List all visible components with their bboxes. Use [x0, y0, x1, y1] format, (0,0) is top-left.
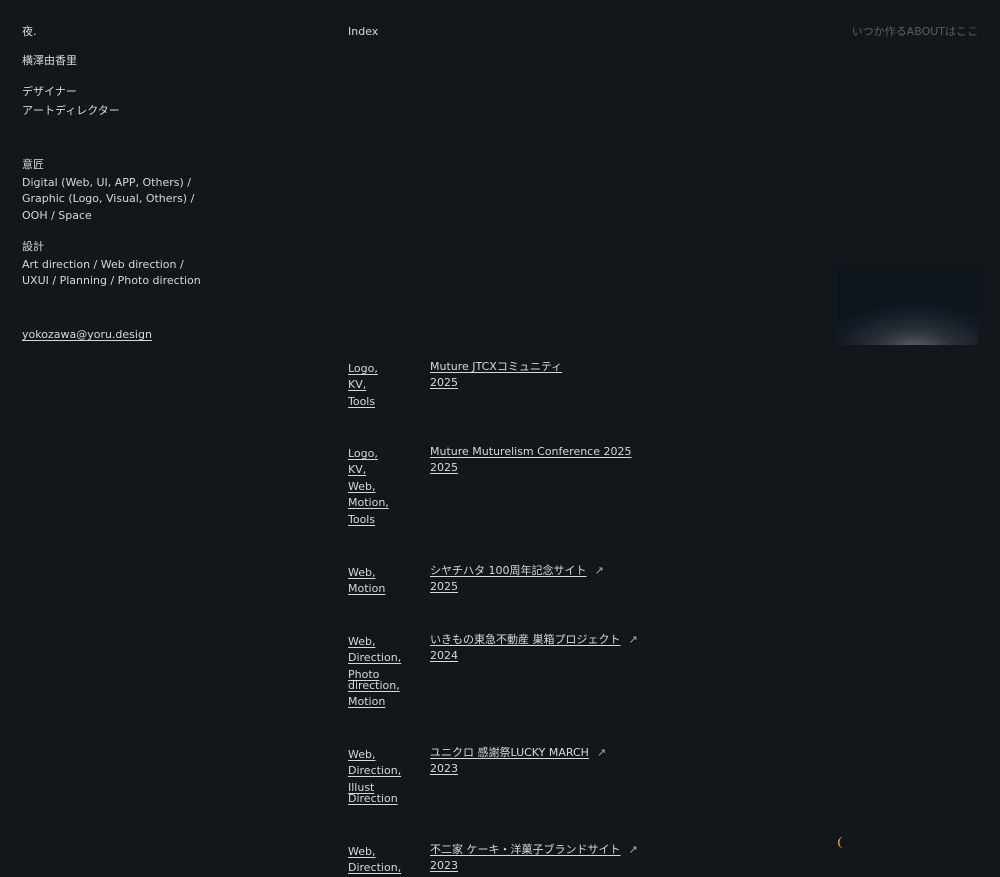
- tag-link[interactable]: Photo direction,: [348, 668, 400, 693]
- project-year[interactable]: 2025: [430, 460, 670, 476]
- project-info: Muture JTCXコミュニティ 2025: [430, 359, 670, 391]
- external-link-icon[interactable]: ↗: [629, 632, 638, 648]
- project-tags: Web, Motion: [348, 565, 418, 598]
- tag-link[interactable]: KV,: [348, 463, 366, 476]
- project-tags: Web, Direction, Photo direction, Motion: [348, 634, 418, 710]
- project-year[interactable]: 2023: [430, 858, 670, 874]
- tag-link[interactable]: Motion: [348, 695, 385, 708]
- tag-link[interactable]: Logo,: [348, 447, 378, 460]
- site-logo[interactable]: 夜.: [22, 24, 37, 40]
- role-art-director: アートディレクター: [22, 104, 120, 117]
- tag-link[interactable]: Web,: [348, 748, 375, 761]
- role-designer: デザイナー: [22, 85, 77, 98]
- skills-planning-section: 設計 Art direction / Web direction / UXUI …: [22, 239, 222, 290]
- project-info: 不二家 ケーキ・洋菓子ブランドサイト ↗ 2023: [430, 842, 670, 874]
- tag-link[interactable]: Motion: [348, 582, 385, 595]
- roles-list: デザイナー アートディレクター: [22, 82, 120, 120]
- project-year[interactable]: 2025: [430, 579, 670, 595]
- crescent-moon-icon[interactable]: [838, 836, 848, 854]
- project-year[interactable]: 2024: [430, 648, 670, 664]
- tag-link[interactable]: Web,: [348, 635, 375, 648]
- project-title-link[interactable]: Muture JTCXコミュニティ: [430, 360, 562, 373]
- email-link[interactable]: yokozawa@yoru.design: [22, 327, 152, 343]
- skills-design-line: Graphic (Logo, Visual, Others) /: [22, 192, 195, 206]
- project-tags: Web, Direction,: [348, 844, 418, 877]
- external-link-icon[interactable]: ↗: [597, 745, 606, 761]
- project-info: いきもの東急不動産 巣箱プロジェクト ↗ 2024: [430, 632, 670, 664]
- tag-link[interactable]: KV,: [348, 378, 366, 391]
- tag-link[interactable]: Tools: [348, 395, 375, 408]
- skills-design-section: 意匠 Digital (Web, UI, APP, Others) / Grap…: [22, 157, 222, 224]
- tag-link[interactable]: Tools: [348, 513, 375, 526]
- project-tags: Logo, KV, Tools: [348, 361, 418, 410]
- project-title-link[interactable]: 不二家 ケーキ・洋菓子ブランドサイト: [430, 843, 621, 856]
- project-tags: Web, Direction, Illust Direction: [348, 747, 418, 807]
- skills-planning-line: UXUI / Planning / Photo direction: [22, 274, 201, 288]
- tag-link[interactable]: Web,: [348, 566, 375, 579]
- tag-link[interactable]: Direction,: [348, 651, 401, 664]
- index-heading: Index: [348, 25, 379, 38]
- project-info: シヤチハタ 100周年記念サイト ↗ 2025: [430, 563, 670, 595]
- tag-link[interactable]: Motion,: [348, 496, 389, 509]
- tag-link[interactable]: Web,: [348, 480, 375, 493]
- project-title-link[interactable]: Muture Muturelism Conference 2025: [430, 445, 632, 458]
- tag-link[interactable]: Direction,: [348, 764, 401, 777]
- project-title-link[interactable]: シヤチハタ 100周年記念サイト: [430, 564, 587, 577]
- project-info: Muture Muturelism Conference 2025 2025: [430, 444, 670, 476]
- tag-link[interactable]: Illust Direction: [348, 781, 398, 806]
- external-link-icon[interactable]: ↗: [629, 842, 638, 858]
- project-thumbnail-preview: [837, 265, 978, 345]
- project-tags: Logo, KV, Web, Motion, Tools: [348, 446, 418, 528]
- tag-link[interactable]: Direction,: [348, 861, 401, 874]
- project-year[interactable]: 2023: [430, 761, 670, 777]
- project-title-link[interactable]: ユニクロ 感謝祭LUCKY MARCH: [430, 746, 589, 759]
- designer-name: 横澤由香里: [22, 54, 77, 67]
- skills-design-line: OOH / Space: [22, 208, 92, 222]
- project-info: ユニクロ 感謝祭LUCKY MARCH ↗ 2023: [430, 745, 670, 777]
- about-link[interactable]: いつか作るABOUTはここ: [852, 24, 978, 40]
- tag-link[interactable]: Logo,: [348, 362, 378, 375]
- skills-design-line: Digital (Web, UI, APP, Others) /: [22, 176, 191, 189]
- skills-planning-title: 設計: [22, 240, 44, 253]
- skills-planning-line: Art direction / Web direction /: [22, 258, 184, 271]
- project-title-link[interactable]: いきもの東急不動産 巣箱プロジェクト: [430, 633, 621, 646]
- tag-link[interactable]: Web,: [348, 845, 375, 858]
- external-link-icon[interactable]: ↗: [595, 563, 604, 579]
- crescent-moon-icon: [838, 836, 844, 849]
- skills-design-title: 意匠: [22, 158, 44, 171]
- project-year[interactable]: 2025: [430, 375, 670, 391]
